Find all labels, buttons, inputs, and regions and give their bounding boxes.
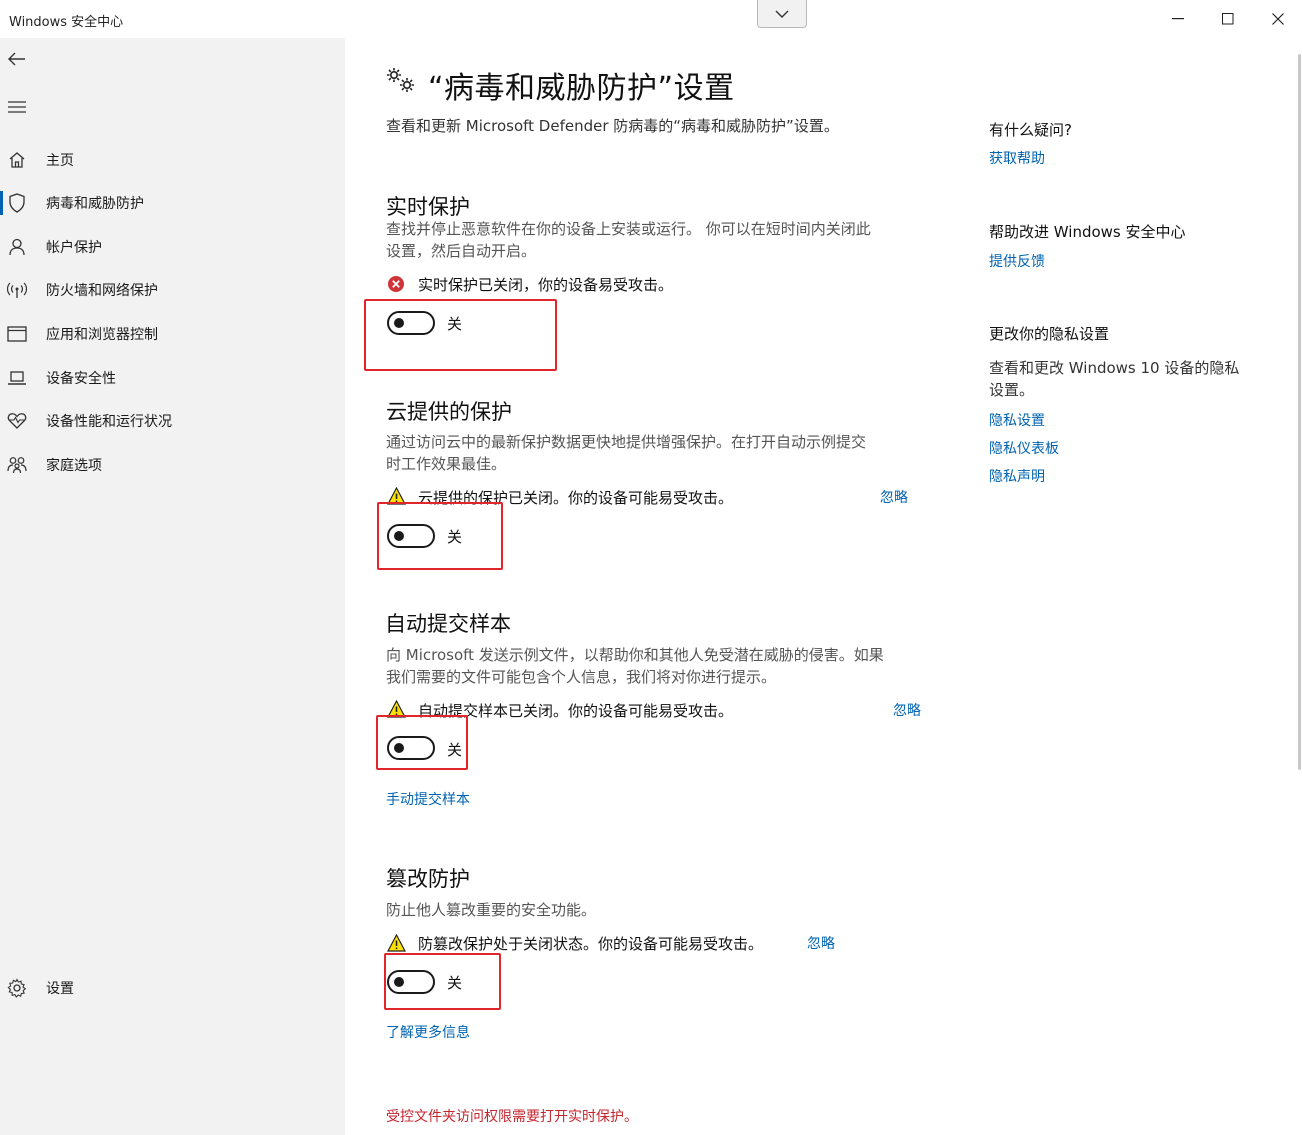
back-arrow-icon (8, 52, 25, 66)
learn-more-link[interactable]: 了解更多信息 (386, 1022, 470, 1042)
title-bar: Windows 安全中心 (0, 0, 1303, 38)
sidebar-item-device-security[interactable]: 设备安全性 (0, 358, 345, 398)
sidebar-item-label: 帐户保护 (46, 240, 102, 256)
minimize-button[interactable] (1153, 0, 1203, 38)
sidebar-item-label: 家庭选项 (46, 458, 102, 474)
section-title-sample-submission: 自动提交样本 (385, 612, 511, 636)
error-x-icon (387, 275, 405, 297)
close-button[interactable] (1253, 0, 1303, 38)
dismiss-link[interactable]: 忽略 (880, 487, 908, 507)
wifi-icon (6, 279, 28, 301)
privacy-settings-link[interactable]: 隐私设置 (989, 410, 1045, 430)
settings-gears-icon (386, 66, 418, 100)
sidebar-item-label: 设备安全性 (46, 371, 116, 387)
sidebar-item-device-performance[interactable]: 设备性能和运行状况 (0, 401, 345, 441)
page-title: “病毒和威胁防护”设置 (428, 71, 735, 106)
sidebar-item-label: 设置 (46, 981, 74, 997)
sidebar-item-label: 设备性能和运行状况 (46, 414, 172, 430)
toggle-knob (394, 318, 404, 328)
sidebar-item-account-protection[interactable]: 帐户保护 (0, 227, 345, 267)
sidebar-item-label: 主页 (46, 153, 74, 169)
scrollbar[interactable] (1298, 54, 1301, 770)
sidebar-item-label: 病毒和威胁防护 (46, 196, 144, 212)
sidebar-item-app-browser-control[interactable]: 应用和浏览器控制 (0, 314, 345, 354)
privacy-section-title: 更改你的隐私设置 (989, 325, 1110, 343)
chevron-down-icon (775, 10, 789, 18)
browser-window-icon (6, 323, 28, 345)
sidebar-item-home[interactable]: 主页 (0, 140, 345, 180)
give-feedback-link[interactable]: 提供反馈 (989, 251, 1045, 271)
toggle-state-label: 关 (447, 315, 463, 333)
tamper-protection-toggle[interactable] (387, 970, 435, 994)
gear-icon (6, 977, 28, 999)
status-message: 防篡改保护处于关闭状态。你的设备可能易受攻击。 (418, 935, 764, 953)
minimize-icon (1172, 18, 1184, 20)
section-desc-line: 时工作效果最佳。 (386, 455, 507, 473)
dismiss-link[interactable]: 忽略 (807, 933, 835, 953)
sidebar-item-settings[interactable]: 设置 (0, 968, 345, 1008)
section-title-realtime: 实时保护 (386, 195, 470, 219)
toggle-knob (394, 977, 404, 987)
shield-icon (6, 192, 28, 214)
controlled-folder-access-warning: 受控文件夹访问权限需要打开实时保护。 (386, 1109, 638, 1125)
submit-sample-manually-link[interactable]: 手动提交样本 (386, 789, 470, 809)
privacy-desc-line: 设置。 (989, 381, 1035, 399)
person-icon (6, 236, 28, 258)
toggle-knob (394, 743, 404, 753)
section-desc-line: 防止他人篡改重要的安全功能。 (386, 901, 597, 919)
page-subtitle: 查看和更新 Microsoft Defender 防病毒的“病毒和威胁防护”设置… (386, 117, 839, 135)
toggle-knob (394, 531, 404, 541)
sidebar-item-label: 应用和浏览器控制 (46, 327, 158, 343)
section-desc-line: 查找并停止恶意软件在你的设备上安装或运行。 你可以在短时间内关闭此 (386, 220, 871, 238)
maximize-button[interactable] (1203, 0, 1253, 38)
collapse-button[interactable] (757, 0, 807, 28)
status-message: 实时保护已关闭，你的设备易受攻击。 (418, 276, 674, 294)
section-title-cloud: 云提供的保护 (386, 400, 512, 424)
close-icon (1272, 13, 1284, 25)
home-icon (6, 149, 28, 171)
cloud-protection-toggle[interactable] (387, 524, 435, 548)
toggle-state-label: 关 (447, 974, 463, 992)
family-icon (6, 454, 28, 476)
privacy-dashboard-link[interactable]: 隐私仪表板 (989, 438, 1059, 458)
privacy-desc-line: 查看和更改 Windows 10 设备的隐私 (989, 359, 1240, 377)
sidebar-item-label: 防火墙和网络保护 (46, 283, 158, 299)
section-desc-line: 我们需要的文件可能包含个人信息，我们将对你进行提示。 (386, 668, 777, 686)
feedback-section-title: 帮助改进 Windows 安全中心 (989, 223, 1186, 241)
sidebar: 主页 病毒和威胁防护 帐户保护 防火墙和网络保护 应用和浏览器控制 设备安全性 (0, 38, 345, 1135)
section-title-tamper: 篡改防护 (386, 867, 470, 891)
toggle-state-label: 关 (447, 528, 463, 546)
help-section-title: 有什么疑问? (989, 121, 1072, 139)
privacy-statement-link[interactable]: 隐私声明 (989, 466, 1045, 486)
toggle-state-label: 关 (447, 741, 463, 759)
section-desc-line: 设置，然后自动开启。 (386, 242, 537, 260)
dismiss-link[interactable]: 忽略 (893, 700, 921, 720)
hamburger-icon (8, 101, 26, 113)
sample-submission-toggle[interactable] (387, 736, 435, 760)
get-help-link[interactable]: 获取帮助 (989, 148, 1045, 168)
maximize-icon (1222, 13, 1234, 25)
heart-pulse-icon (6, 410, 28, 432)
sidebar-item-firewall[interactable]: 防火墙和网络保护 (0, 270, 345, 310)
realtime-protection-toggle[interactable] (387, 311, 435, 335)
highlight-box (364, 299, 557, 371)
section-desc-line: 向 Microsoft 发送示例文件，以帮助你和其他人免受潜在威胁的侵害。如果 (386, 646, 884, 664)
hamburger-menu-button[interactable] (4, 94, 30, 120)
window-title: Windows 安全中心 (9, 15, 124, 30)
sidebar-item-virus-threat-protection[interactable]: 病毒和威胁防护 (0, 183, 345, 223)
back-button[interactable] (4, 46, 30, 72)
laptop-icon (6, 367, 28, 389)
section-desc-line: 通过访问云中的最新保护数据更快地提供增强保护。在打开自动示例提交 (386, 433, 867, 451)
sidebar-item-family-options[interactable]: 家庭选项 (0, 445, 345, 485)
